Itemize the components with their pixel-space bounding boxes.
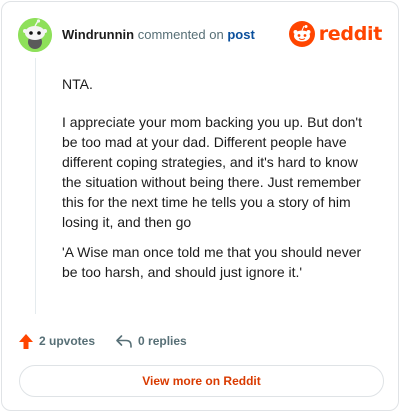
post-link[interactable]: post (227, 27, 254, 42)
avatar[interactable] (18, 18, 52, 52)
comment-paragraph: 'A Wise man once told me that you should… (62, 244, 362, 280)
view-more-button[interactable]: View more on Reddit (19, 365, 384, 397)
username[interactable]: Windrunnin (62, 27, 134, 42)
comment-header: Windrunnin commented on post (62, 27, 255, 43)
reply-button[interactable]: 0 replies (115, 334, 187, 349)
action-text: commented on (137, 27, 224, 42)
brand-wordmark: reddit (318, 23, 383, 45)
snoo-avatar-icon (18, 18, 52, 52)
thread-line (35, 58, 36, 314)
comment-embed-card: Windrunnin commented on post reddit NTA.… (1, 1, 399, 411)
comment-body: NTA. I appreciate your mom backing you u… (62, 74, 374, 292)
comment-actions: 2 upvotes 0 replies (18, 331, 187, 351)
reddit-logo-icon (288, 21, 315, 47)
comment-paragraph: NTA. (62, 76, 93, 92)
upvote-count: 2 upvotes (39, 334, 96, 348)
reply-arrow-icon (116, 334, 132, 348)
comment-paragraph: I appreciate your mom backing you up. Bu… (62, 114, 362, 230)
reddit-logo[interactable]: reddit (288, 21, 383, 47)
upvote-button[interactable]: 2 upvotes (18, 333, 95, 350)
reply-count: 0 replies (138, 334, 187, 348)
upvote-arrow-icon (19, 333, 33, 349)
